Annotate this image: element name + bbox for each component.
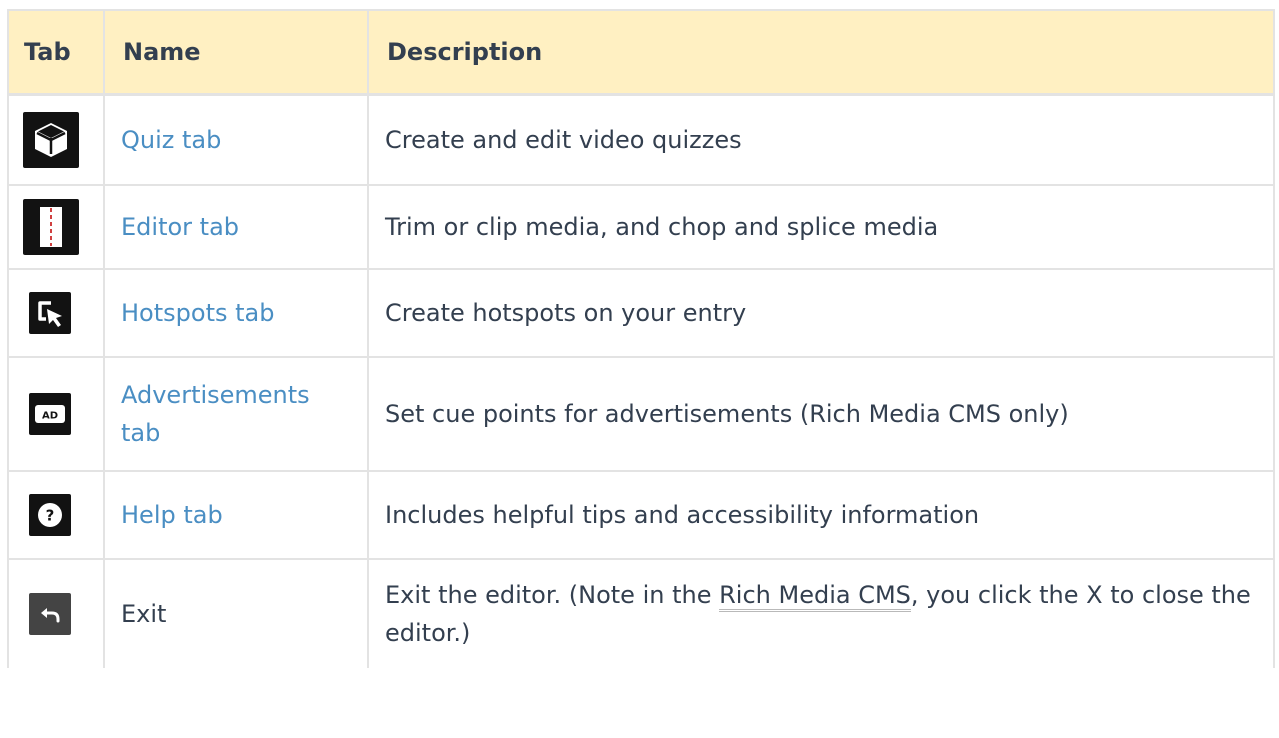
tab-name-cell: Editor tab xyxy=(103,184,369,270)
header-description: Description xyxy=(367,9,1275,96)
help-tab-link[interactable]: Help tab xyxy=(121,501,223,529)
tabs-table: Tab Name Description Quiz tab Create and… xyxy=(7,9,1275,668)
table-row: Quiz tab Create and edit video quizzes xyxy=(7,93,1275,186)
rich-media-cms-link[interactable]: Rich Media CMS xyxy=(719,581,911,612)
tab-description: Trim or clip media, and chop and splice … xyxy=(367,184,1275,270)
tab-name-cell: Exit xyxy=(103,558,369,668)
tab-description: Includes helpful tips and accessibility … xyxy=(367,470,1275,560)
tab-icon-cell: ? xyxy=(7,470,105,560)
header-name: Name xyxy=(103,9,369,96)
tab-icon-cell xyxy=(7,184,105,270)
table-row: ? Help tab Includes helpful tips and acc… xyxy=(7,470,1275,560)
table-row: Hotspots tab Create hotspots on your ent… xyxy=(7,268,1275,358)
tab-icon-cell xyxy=(7,268,105,358)
advertisements-tab-label-line1: Advertisements xyxy=(121,381,310,409)
svg-text:?: ? xyxy=(46,507,55,525)
editor-trim-icon xyxy=(23,199,79,255)
tab-name-cell: Help tab xyxy=(103,470,369,560)
tab-description: Set cue points for advertisements (Rich … xyxy=(367,356,1275,472)
table-row: Editor tab Trim or clip media, and chop … xyxy=(7,184,1275,270)
editor-tab-link[interactable]: Editor tab xyxy=(121,213,239,241)
advertisements-tab-label-line2: tab xyxy=(121,419,161,447)
advertisements-tab-link[interactable]: Advertisements tab xyxy=(121,381,310,447)
svg-text:AD: AD xyxy=(42,411,58,422)
tab-name-cell: Advertisements tab xyxy=(103,356,369,472)
hotspot-cursor-icon xyxy=(29,292,71,334)
header-tab: Tab xyxy=(7,9,105,96)
tab-description: Create and edit video quizzes xyxy=(367,93,1275,186)
table-row: Exit Exit the editor. (Note in the Rich … xyxy=(7,558,1275,668)
table-row: AD Advertisements tab Set cue points for … xyxy=(7,356,1275,472)
tab-description: Exit the editor. (Note in the Rich Media… xyxy=(367,558,1275,668)
tab-icon-cell: AD xyxy=(7,356,105,472)
cube-icon xyxy=(23,112,79,168)
tab-name-cell: Quiz tab xyxy=(103,93,369,186)
tab-description: Create hotspots on your entry xyxy=(367,268,1275,358)
exit-description-part1: Exit the editor. (Note in the xyxy=(385,581,720,609)
tab-name-cell: Hotspots tab xyxy=(103,268,369,358)
table-header-row: Tab Name Description xyxy=(7,9,1275,96)
quiz-tab-link[interactable]: Quiz tab xyxy=(121,126,221,154)
help-question-icon: ? xyxy=(29,494,71,536)
tab-icon-cell xyxy=(7,558,105,668)
hotspots-tab-link[interactable]: Hotspots tab xyxy=(121,299,274,327)
tab-icon-cell xyxy=(7,93,105,186)
ad-badge-icon: AD xyxy=(29,393,71,435)
exit-arrow-icon xyxy=(29,593,71,635)
